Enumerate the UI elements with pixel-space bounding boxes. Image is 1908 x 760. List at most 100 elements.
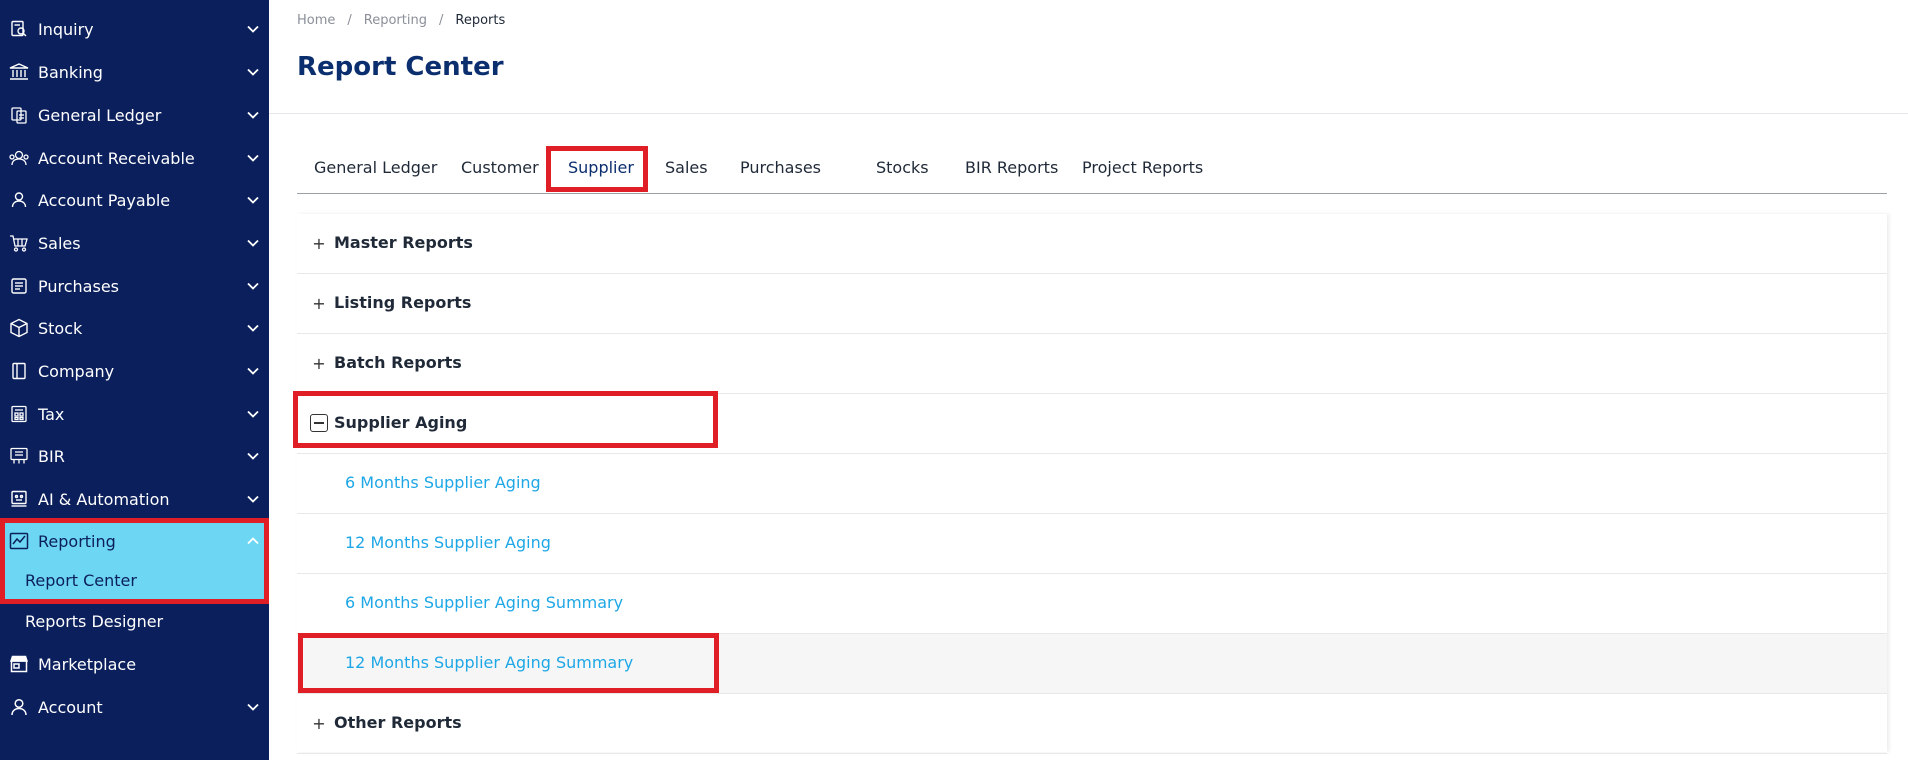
tab-purchases[interactable]: Purchases (740, 158, 821, 177)
report-group-other[interactable]: + Other Reports (297, 694, 1887, 754)
sidebar-item-ai-automation[interactable]: AI & Automation (0, 479, 269, 519)
tax-icon (9, 404, 29, 424)
breadcrumb-home[interactable]: Home (297, 13, 335, 28)
sidebar-item-account-payable[interactable]: Account Payable (0, 180, 269, 220)
chevron-down-icon (247, 109, 259, 121)
report-group-supplier-aging[interactable]: Supplier Aging (297, 394, 1887, 454)
sidebar-item-purchases[interactable]: Purchases (0, 266, 269, 306)
report-tabs: General Ledger Customer Supplier Sales P… (297, 150, 1887, 194)
report-list: + Master Reports + Listing Reports + Bat… (297, 214, 1887, 754)
sidebar-item-label: Marketplace (38, 654, 137, 674)
store-icon (9, 654, 29, 674)
sidebar-item-label: Tax (38, 404, 65, 424)
tab-supplier[interactable]: Supplier (568, 158, 634, 177)
tab-sales[interactable]: Sales (665, 158, 708, 177)
report-link-6m-aging-summary[interactable]: 6 Months Supplier Aging Summary (345, 593, 623, 612)
sidebar-item-label: Account Payable (38, 190, 171, 210)
plus-icon[interactable]: + (310, 294, 328, 313)
chevron-down-icon (247, 493, 259, 505)
report-link-12m-aging-summary[interactable]: 12 Months Supplier Aging Summary (345, 653, 633, 672)
automation-icon (9, 489, 29, 509)
chevron-down-icon (247, 66, 259, 78)
chevron-down-icon (247, 450, 259, 462)
sidebar-subitem-reports-designer[interactable]: Reports Designer (0, 603, 269, 639)
report-group-label: Listing Reports (334, 293, 472, 312)
report-group-label: Master Reports (334, 233, 473, 252)
header-divider (269, 113, 1908, 114)
report-group-label: Other Reports (334, 713, 462, 732)
main-content: Home / Reporting / Reports Report Center… (269, 0, 1908, 760)
sidebar-item-label: Company (38, 361, 115, 381)
tab-customer[interactable]: Customer (461, 158, 539, 177)
sidebar-item-account[interactable]: Account (0, 687, 269, 727)
breadcrumb-separator: / (438, 13, 444, 28)
breadcrumb: Home / Reporting / Reports (297, 13, 505, 28)
chevron-down-icon (247, 365, 259, 377)
payable-icon (9, 190, 29, 210)
chevron-down-icon (247, 408, 259, 420)
tab-stocks[interactable]: Stocks (876, 158, 929, 177)
tab-general-ledger[interactable]: General Ledger (314, 158, 437, 177)
report-item: 12 Months Supplier Aging Summary (297, 634, 1887, 694)
inquiry-icon (9, 19, 29, 39)
plus-icon[interactable]: + (310, 714, 328, 733)
page-title: Report Center (297, 52, 504, 82)
plus-icon[interactable]: + (310, 354, 328, 373)
chevron-down-icon (247, 237, 259, 249)
box-icon (9, 318, 29, 338)
sidebar-item-bir[interactable]: BIR (0, 436, 269, 476)
report-item: 6 Months Supplier Aging Summary (297, 574, 1887, 634)
plus-icon[interactable]: + (310, 234, 328, 253)
minus-box-icon[interactable] (310, 414, 328, 432)
user-icon (9, 697, 29, 717)
sidebar-item-company[interactable]: Company (0, 351, 269, 391)
bir-icon (9, 446, 29, 466)
breadcrumb-reporting[interactable]: Reporting (364, 13, 427, 28)
sidebar-item-general-ledger[interactable]: General Ledger (0, 95, 269, 135)
report-item: 6 Months Supplier Aging (297, 454, 1887, 514)
chevron-down-icon (247, 322, 259, 334)
report-group-listing[interactable]: + Listing Reports (297, 274, 1887, 334)
sidebar-item-label: BIR (38, 446, 65, 466)
chart-icon (9, 531, 29, 551)
breadcrumb-current: Reports (455, 13, 506, 28)
cart-icon (9, 233, 29, 253)
sidebar-item-label: General Ledger (38, 105, 162, 125)
breadcrumb-separator: / (347, 13, 352, 28)
sidebar-item-sales[interactable]: Sales (0, 223, 269, 263)
report-link-6m-aging[interactable]: 6 Months Supplier Aging (345, 473, 541, 492)
chevron-down-icon (247, 194, 259, 206)
tab-bir-reports[interactable]: BIR Reports (965, 158, 1058, 177)
chevron-down-icon (247, 152, 259, 164)
report-group-label: Batch Reports (334, 353, 462, 372)
sidebar: Inquiry Banking General Ledger Account R… (0, 0, 269, 760)
chevron-down-icon (247, 701, 259, 713)
sidebar-item-label: Account (38, 697, 103, 717)
sidebar-item-label: Purchases (38, 276, 119, 296)
report-group-label: Supplier Aging (334, 413, 468, 432)
report-group-batch[interactable]: + Batch Reports (297, 334, 1887, 394)
sidebar-item-account-receivable[interactable]: Account Receivable (0, 138, 269, 178)
chevron-down-icon (247, 23, 259, 35)
sidebar-item-tax[interactable]: Tax (0, 394, 269, 434)
report-group-master[interactable]: + Master Reports (297, 214, 1887, 274)
chevron-up-icon (247, 535, 259, 547)
report-item: 12 Months Supplier Aging (297, 514, 1887, 574)
receivable-icon (9, 148, 29, 168)
purchase-icon (9, 276, 29, 296)
sidebar-item-label: Inquiry (38, 19, 94, 39)
sidebar-item-label: AI & Automation (38, 489, 170, 509)
report-link-12m-aging[interactable]: 12 Months Supplier Aging (345, 533, 551, 552)
chevron-down-icon (247, 280, 259, 292)
sidebar-item-stock[interactable]: Stock (0, 308, 269, 348)
tab-project-reports[interactable]: Project Reports (1082, 158, 1203, 177)
sidebar-item-label: Sales (38, 233, 81, 253)
sidebar-item-inquiry[interactable]: Inquiry (0, 9, 269, 49)
sidebar-item-marketplace[interactable]: Marketplace (0, 644, 269, 684)
sidebar-subitem-report-center[interactable]: Report Center (0, 562, 269, 598)
ledger-icon (9, 105, 29, 125)
sidebar-item-label: Reporting (38, 532, 116, 551)
sidebar-item-banking[interactable]: Banking (0, 52, 269, 92)
sidebar-item-label: Stock (38, 318, 83, 338)
sidebar-item-label: Banking (38, 62, 103, 82)
